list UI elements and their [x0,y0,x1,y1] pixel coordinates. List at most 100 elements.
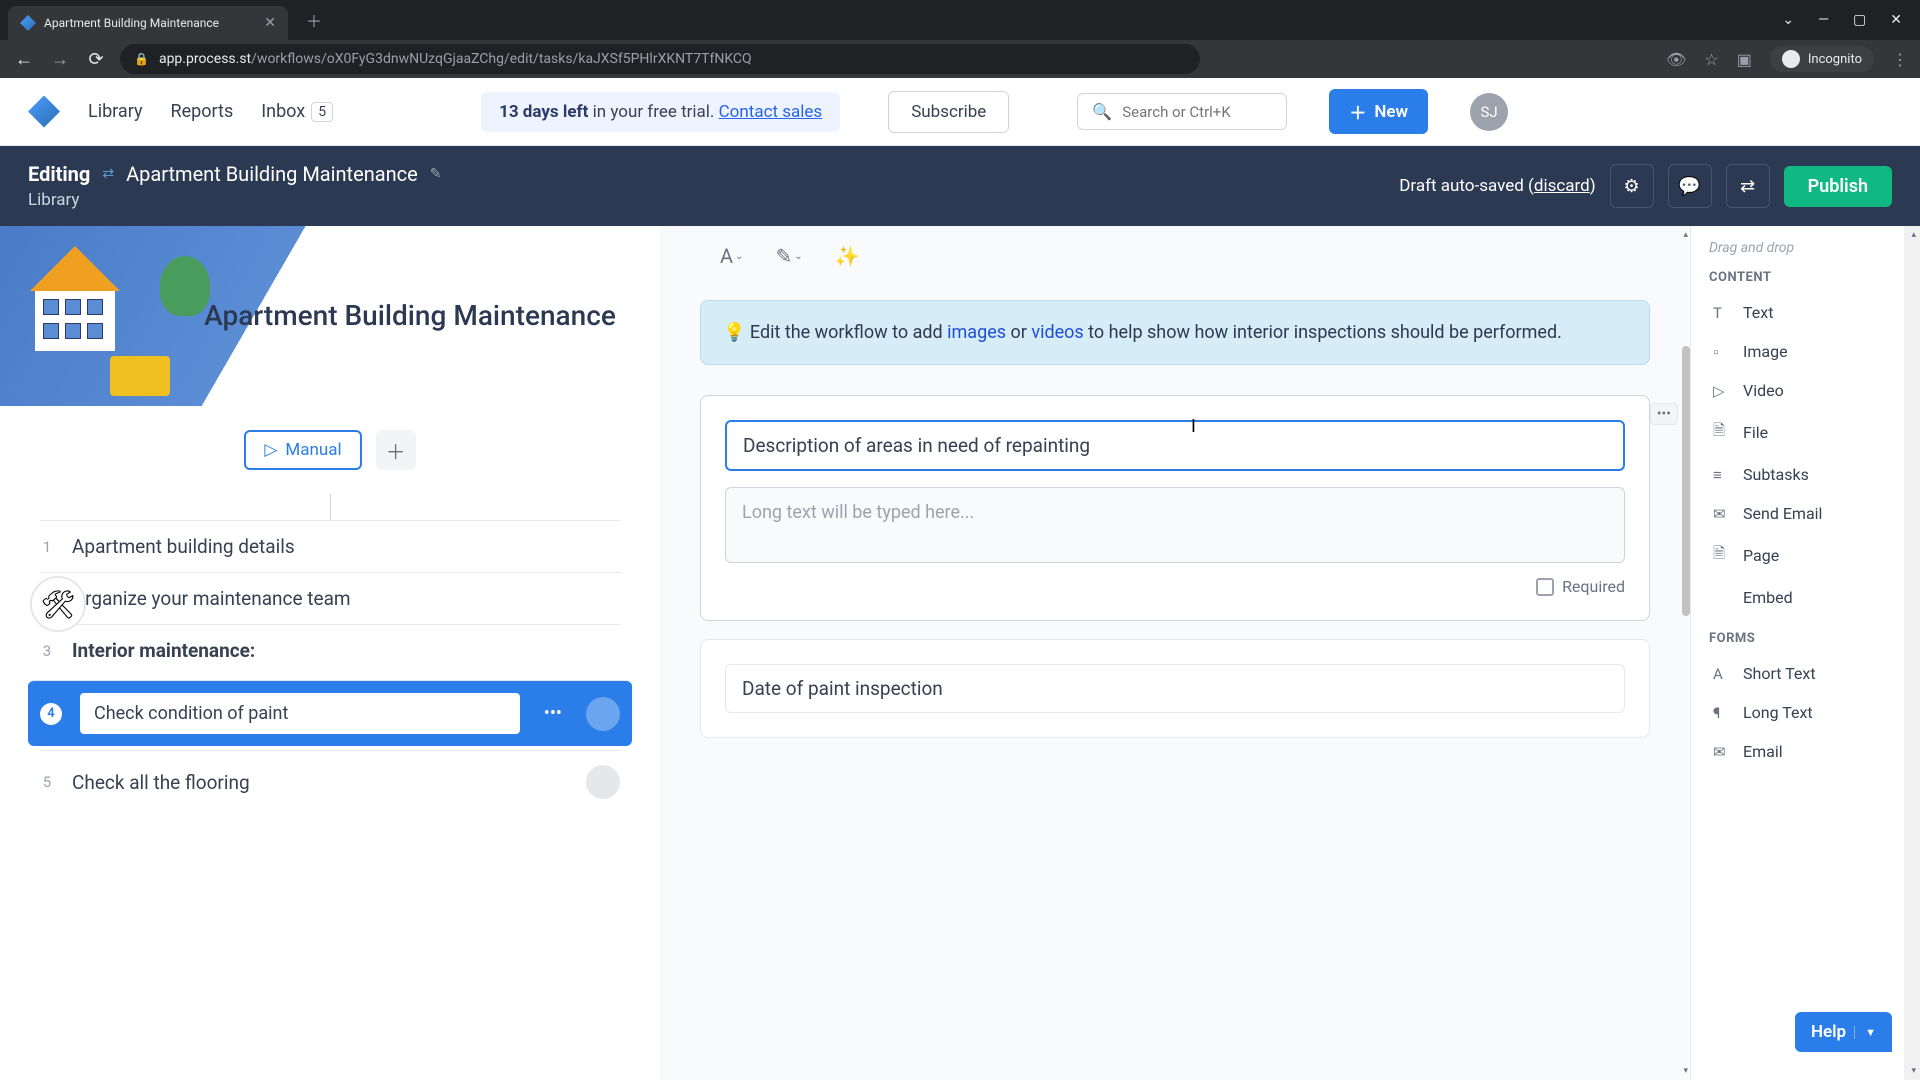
date-field-block[interactable]: Date of paint inspection [700,639,1650,738]
search-box[interactable]: 🔍 [1077,93,1287,130]
long-text-field-block[interactable]: I Long text will be typed here... Requir… [700,395,1650,621]
widget-page[interactable]: 🗎 Page [1703,533,1908,578]
required-checkbox[interactable] [1536,578,1554,596]
browser-tab-strip: Apartment Building Maintenance ✕ ＋ ⌄ ― ▢… [0,0,1920,40]
trial-banner: 13 days left in your free trial. Contact… [481,92,840,132]
settings-button[interactable]: ⚙ [1610,164,1654,208]
widget-email[interactable]: ✉Email [1703,732,1908,771]
scroll-up-icon[interactable]: ▴ [1683,230,1688,240]
widget-send-email[interactable]: ✉Send Email [1703,494,1908,533]
forward-button[interactable]: → [48,49,72,70]
app-logo[interactable] [28,96,60,128]
address-bar: ← → ⟳ 🔒 app.process.st/workflows/oX0FyG3… [0,40,1920,78]
task-item-selected[interactable]: 4 Check condition of paint ••• [28,680,632,746]
task-list: 1 Apartment building details ⋮⋮ 2 Organi… [0,520,660,813]
close-window-icon[interactable]: ✕ [1890,12,1902,28]
reload-button[interactable]: ⟳ [84,49,108,70]
widget-short-text[interactable]: AShort Text [1703,654,1908,693]
manual-trigger-button[interactable]: ▷ Manual [244,430,361,470]
widget-label: File [1743,423,1768,442]
widget-icon: 🗎 [1713,543,1731,568]
contact-sales-link[interactable]: Contact sales [719,102,823,122]
task-item[interactable]: 5 Check all the flooring [40,750,620,813]
images-link[interactable]: images [947,322,1006,343]
new-tab-button[interactable]: ＋ [306,8,322,32]
widget-text[interactable]: TText [1703,293,1908,332]
assign-user-button[interactable] [586,765,620,799]
task-menu-icon[interactable]: ••• [538,703,568,724]
subscribe-button[interactable]: Subscribe [888,91,1009,133]
eye-off-icon[interactable]: 👁 [1666,50,1686,69]
scroll-up-icon[interactable]: ▴ [1911,230,1916,240]
task-title-input[interactable]: Check condition of paint [80,693,520,734]
window-controls: ⌄ ― ▢ ✕ [1764,12,1920,28]
nav-reports[interactable]: Reports [171,101,234,122]
widget-label: Short Text [1743,664,1816,683]
publish-button[interactable]: Publish [1784,166,1892,207]
widget-embed[interactable]: Embed [1703,578,1908,617]
url-field[interactable]: 🔒 app.process.st/workflows/oX0FyG3dnwNUz… [120,44,1200,74]
assign-user-button[interactable] [586,697,620,731]
discard-link[interactable]: discard [1534,176,1590,196]
play-icon: ▷ [264,440,277,460]
back-button[interactable]: ← [12,49,36,70]
highlight-dropdown[interactable]: ✎⌄ [775,244,802,268]
task-heading: Interior maintenance: [72,639,620,662]
browser-menu-icon[interactable]: ⋮ [1892,50,1908,69]
widget-icon: ▷ [1713,382,1731,400]
widget-file[interactable]: 🗎File [1703,410,1908,455]
comments-button[interactable]: 💬 [1668,164,1712,208]
text-style-dropdown[interactable]: A⌄ [720,244,743,268]
required-label: Required [1562,577,1625,596]
search-icon: 🔍 [1092,102,1112,121]
page-scrollbar[interactable]: ▴ ▾ [1904,226,1920,1080]
widget-label: Video [1743,381,1784,400]
extensions-icon[interactable]: ▣ [1737,50,1752,69]
widget-long-text[interactable]: ¶Long Text [1703,693,1908,732]
scroll-down-icon[interactable]: ▾ [1683,1066,1688,1076]
widget-palette: Drag and drop CONTENT TText▫Image▷Video🗎… [1690,226,1920,1080]
shuffle-button[interactable]: ⇄ [1726,164,1770,208]
add-trigger-button[interactable]: ＋ [376,430,416,470]
field-label[interactable]: Date of paint inspection [725,664,1625,713]
close-tab-icon[interactable]: ✕ [264,15,276,31]
scrollbar-thumb[interactable] [1682,346,1690,616]
edit-title-icon[interactable]: ✎ [430,166,442,182]
task-item[interactable]: 3 Interior maintenance: [40,624,620,676]
info-callout: 💡 Edit the workflow to add images or vid… [700,300,1650,365]
field-label-input[interactable] [725,420,1625,471]
magic-wand-icon[interactable]: ✨ [835,244,860,268]
tabs-dropdown-icon[interactable]: ⌄ [1782,12,1794,28]
tools-badge-icon: 🛠 [30,576,86,632]
scroll-down-icon[interactable]: ▾ [1911,1066,1916,1076]
maximize-icon[interactable]: ▢ [1853,12,1866,28]
videos-link[interactable]: videos [1031,322,1083,343]
new-button[interactable]: ＋ New [1329,89,1428,134]
widget-icon: T [1713,304,1731,322]
widget-video[interactable]: ▷ Video [1703,371,1908,410]
task-item[interactable]: 1 Apartment building details [40,520,620,572]
workflow-title: Apartment Building Maintenance [126,162,418,186]
field-menu-icon[interactable]: ••• [1650,403,1678,425]
browser-tab[interactable]: Apartment Building Maintenance ✕ [8,6,288,40]
minimize-icon[interactable]: ― [1818,12,1829,28]
widget-subtasks[interactable]: ≡Subtasks [1703,455,1908,494]
widget-label: Page [1743,546,1779,565]
widget-image[interactable]: ▫Image [1703,332,1908,371]
breadcrumb[interactable]: Library [28,190,442,210]
hero-title: Apartment Building Maintenance [204,299,616,333]
search-input[interactable] [1122,103,1272,121]
chevron-down-icon[interactable]: ▼ [1854,1026,1876,1039]
task-item[interactable]: ⋮⋮ 2 Organize your maintenance team [40,572,620,624]
bookmark-icon[interactable]: ☆ [1704,50,1718,69]
long-text-placeholder[interactable]: Long text will be typed here... [725,487,1625,563]
house-illustration [30,246,120,351]
nav-inbox[interactable]: Inbox 5 [261,101,333,122]
shuffle-icon: ⇄ [1740,176,1755,197]
draft-status: Draft auto-saved (discard) [1399,176,1595,196]
help-button[interactable]: Help ▼ [1795,1012,1892,1052]
tab-title: Apartment Building Maintenance [44,16,256,30]
widget-icon: ✉ [1713,505,1731,523]
nav-library[interactable]: Library [88,101,143,122]
user-avatar[interactable]: SJ [1470,93,1508,131]
